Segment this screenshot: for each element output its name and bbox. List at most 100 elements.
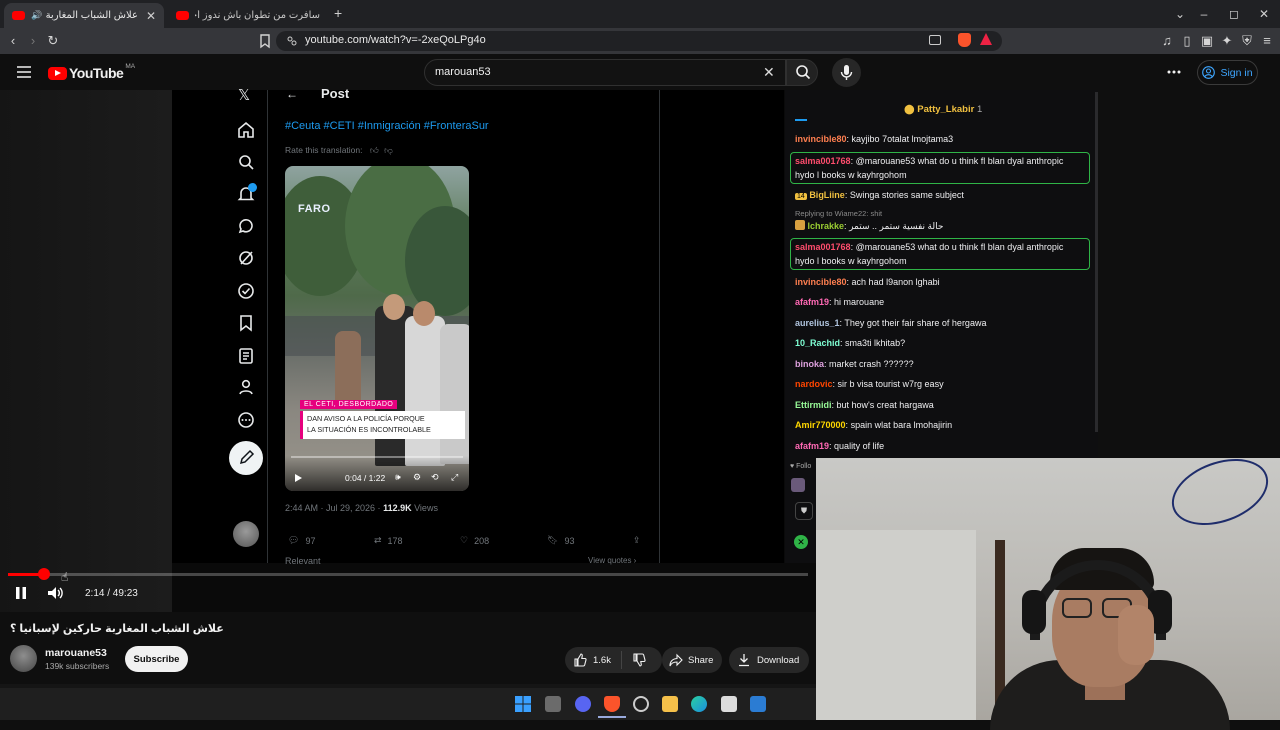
sidebar-icon[interactable]: ▯ [1178, 32, 1196, 50]
post-video-time: 0:04 / 1:22 [345, 473, 386, 483]
search-input[interactable]: marouan53 ✕ [424, 59, 786, 86]
video-left-area [0, 90, 172, 612]
thumbs-down-icon [633, 653, 646, 667]
more-options-icon[interactable] [1166, 64, 1182, 80]
back-arrow-icon: ← [286, 87, 298, 101]
chat-message: binoka: market crash ?????? [795, 359, 914, 369]
file-explorer-icon[interactable] [662, 696, 678, 712]
extensions-icon[interactable]: ✦ [1218, 32, 1236, 50]
maximize-icon[interactable]: ◻ [1224, 5, 1244, 23]
obs-icon[interactable] [633, 696, 649, 712]
close-window-icon[interactable]: ✕ [1254, 5, 1274, 23]
post-hashtags: #Ceuta #CETI #Inmigración #FronteraSur [285, 120, 489, 132]
search-button[interactable] [786, 59, 818, 86]
cast-icon[interactable] [929, 35, 941, 45]
chat-username: nardovic [795, 379, 833, 389]
progress-track[interactable] [8, 573, 808, 576]
sub-badge: 14 [795, 193, 807, 200]
tab-search-icon[interactable]: ⌄ [1170, 5, 1190, 23]
verified-icon [237, 282, 255, 300]
chat-username: afafm19 [795, 441, 830, 451]
reply-icon: 💬︎ [288, 535, 300, 545]
kick-icon: ✕ [794, 535, 808, 549]
site-info-icon[interactable] [286, 35, 298, 47]
bookmarks-nav-icon [237, 314, 255, 332]
repost-count: 178 [387, 535, 403, 546]
volume-button[interactable] [47, 586, 65, 600]
hamburger-menu-icon[interactable] [16, 64, 32, 80]
voice-search-button[interactable] [832, 58, 861, 87]
brave-shields-icon[interactable] [958, 33, 971, 47]
like-dislike-group: 1.6k [565, 647, 662, 673]
download-button[interactable]: Download [729, 647, 809, 673]
new-tab-button[interactable]: + [334, 5, 342, 21]
chat-username: Amir770000 [795, 420, 846, 430]
user-badge-icon [795, 220, 805, 230]
notification-badge [248, 183, 257, 192]
chat-username: binoka [795, 359, 825, 369]
minimize-icon[interactable]: – [1194, 5, 1214, 23]
dislike-button[interactable] [622, 653, 656, 667]
repost-icon: ⇄ [374, 535, 382, 545]
chat-username: invincible80 [795, 277, 847, 287]
windows-start-icon[interactable] [515, 696, 531, 712]
post-title: Post [321, 86, 350, 101]
video-fullscreen-icon: ⤢ [451, 472, 459, 482]
like-count: 208 [474, 535, 490, 546]
forward-icon[interactable]: › [24, 32, 42, 50]
store-icon[interactable] [721, 696, 737, 712]
media-icon[interactable]: ♫ [1158, 32, 1176, 50]
chat-username: salma001768 [795, 242, 851, 252]
rate-translation-label: Rate this translation: [285, 145, 363, 155]
pause-icon [16, 587, 26, 599]
youtube-logo[interactable]: YouTube MA [48, 63, 135, 81]
sign-in-label: Sign in [1220, 66, 1253, 79]
like-stat: ♡ 208 [460, 535, 489, 546]
chat-username: aurelius_1 [795, 318, 840, 328]
download-label: Download [757, 654, 800, 666]
wallet-icon[interactable]: ▣ [1198, 32, 1216, 50]
video-caption-line1: DAN AVISO A LA POLICÍA PORQUE [307, 414, 425, 423]
chat-message: afafm19: hi marouane [795, 297, 885, 307]
shield-icon: ⛊ [795, 502, 813, 520]
chat-username: Ettirmidi [795, 400, 832, 410]
post-views-label: Views [411, 503, 438, 513]
clear-search-icon[interactable]: ✕ [763, 64, 775, 81]
youtube-favicon-icon [176, 11, 189, 20]
mail-icon[interactable] [750, 696, 766, 712]
share-button[interactable]: Share [662, 647, 722, 673]
chat-message: 10_Rachid: sma3ti lkhitab? [795, 338, 906, 348]
edge-icon[interactable] [691, 696, 707, 712]
discord-icon[interactable] [575, 696, 591, 712]
vpn-icon[interactable]: ⛨ [1238, 32, 1256, 50]
browser-tab-active[interactable]: 🔊 علاش الشباب المغاربة حاركين إ ✕ [4, 3, 164, 28]
video-settings-icon: ⚙ [413, 472, 422, 482]
bookmark-outline-icon: 🔖︎ [547, 535, 559, 545]
video-caption: DAN AVISO A LA POLICÍA PORQUE LA SITUACI… [300, 411, 465, 439]
thumbs-down-icon: 👎︎ [384, 145, 393, 155]
x-logo-icon: 𝕏 [238, 87, 251, 104]
browser-tab[interactable]: سافرت من تطوان باش ندوز أحسن عطلة [168, 3, 328, 28]
channel-avatar[interactable] [10, 645, 37, 672]
webcam-wall [816, 530, 976, 720]
sign-in-button[interactable]: Sign in [1197, 60, 1258, 85]
channel-name[interactable]: marouane53 [45, 647, 107, 659]
grok-icon [237, 249, 255, 267]
task-view-icon[interactable] [545, 696, 561, 712]
tab-title: علاش الشباب المغاربة حاركين إ [46, 10, 138, 21]
chat-message: invincible80: kayjibo 7otalat lmojtama3 [795, 134, 954, 144]
volume-icon [48, 587, 63, 599]
back-icon[interactable]: ‹ [4, 32, 22, 50]
like-button[interactable]: 1.6k [565, 651, 622, 669]
reload-icon[interactable]: ↻ [44, 32, 62, 50]
progress-scrubber[interactable] [38, 568, 50, 580]
pause-button[interactable] [14, 586, 28, 600]
brave-browser-icon[interactable] [604, 696, 620, 712]
brave-rewards-icon[interactable] [980, 33, 992, 45]
subscribe-button[interactable]: Subscribe [125, 646, 188, 672]
bookmark-icon[interactable] [256, 32, 274, 50]
chat-message: Amir770000: spain wlat bara lmohajirin [795, 420, 953, 430]
screen-shared-twitter [172, 90, 784, 563]
menu-icon[interactable]: ≡ [1258, 32, 1276, 50]
tab-close-icon[interactable]: ✕ [146, 9, 156, 23]
